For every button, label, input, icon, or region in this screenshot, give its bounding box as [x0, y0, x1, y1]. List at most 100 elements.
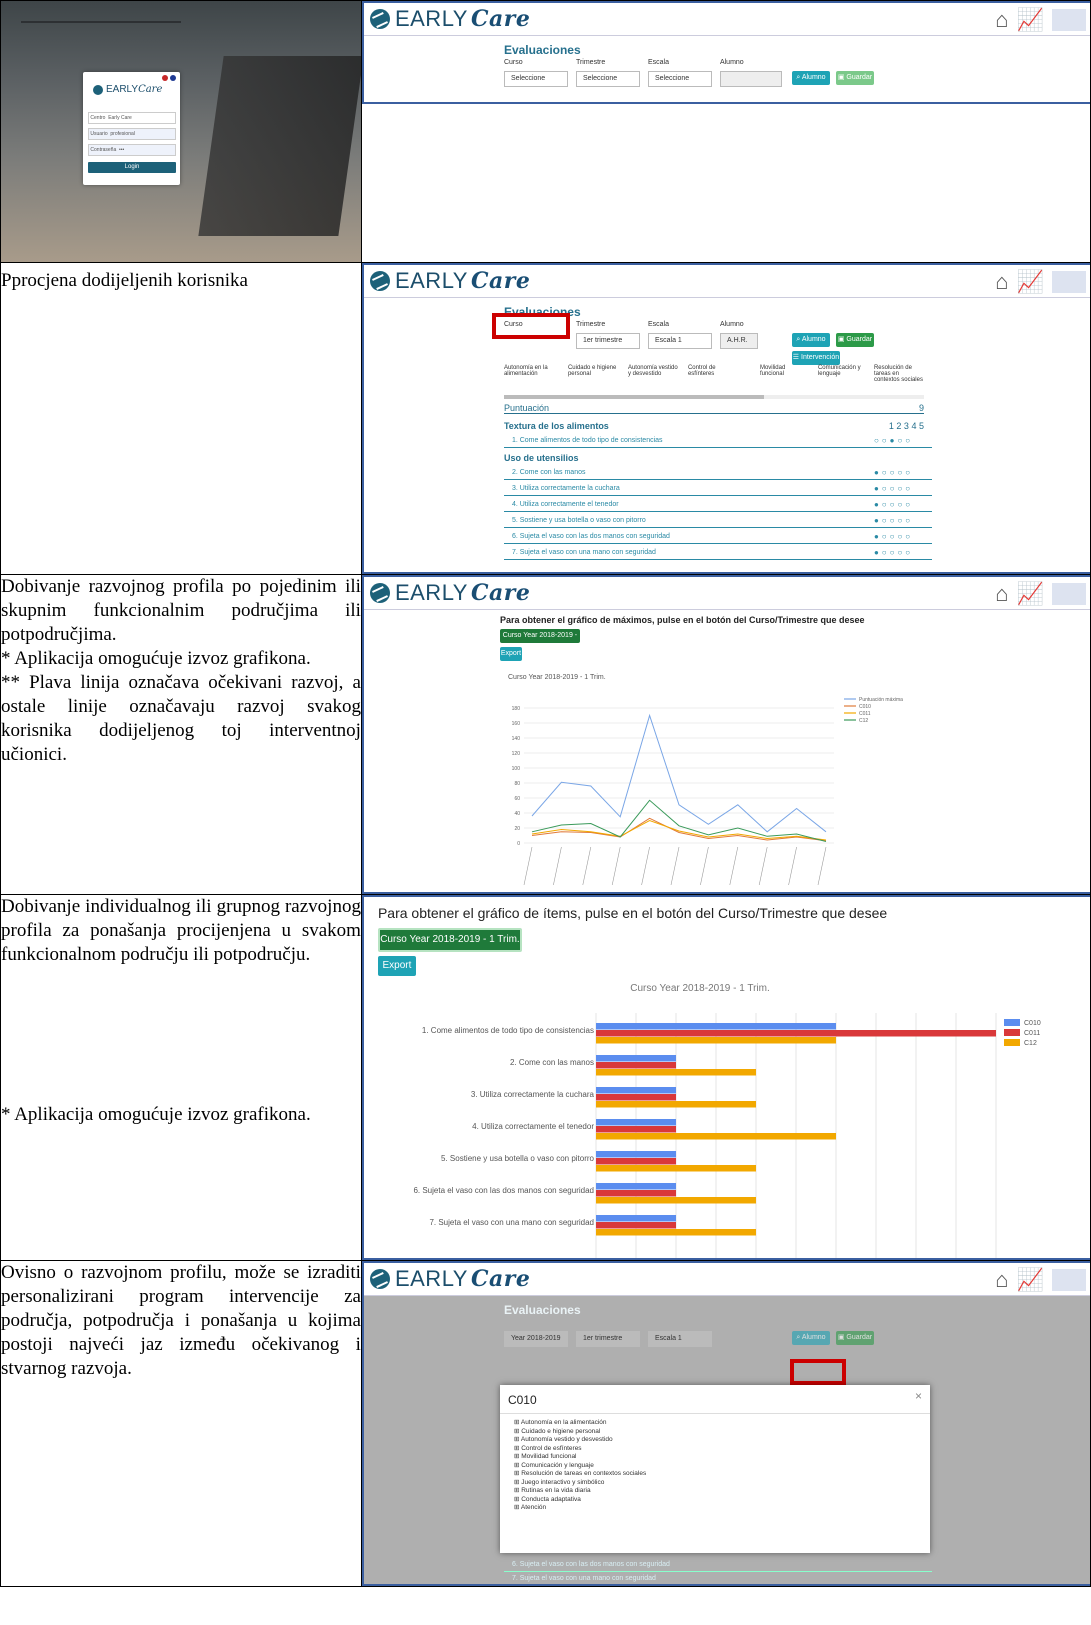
login-field-password[interactable]: Contraseña ••• [88, 144, 176, 156]
trimestre-label-2: Trimestre [575, 321, 606, 328]
item-row-6: 6. Sujeta el vaso con las dos manos con … [503, 531, 932, 544]
item-4-radios[interactable]: ●○○○○ [874, 500, 913, 509]
logo-mark-icon [369, 1269, 390, 1289]
tree-item[interactable]: ⊞ Conducta adaptativa [514, 1496, 646, 1505]
escala-select-5[interactable]: Escala 1 [647, 1331, 712, 1347]
y-tick-label: 120 [512, 751, 521, 757]
app-header-5: EARLY Care ⌂ 📈 [363, 1263, 1090, 1296]
escala-select[interactable]: Seleccione [647, 71, 712, 87]
home-icon[interactable]: ⌂ [995, 1267, 1008, 1293]
home-icon[interactable]: ⌂ [995, 269, 1008, 295]
trimestre-select-5[interactable]: 1er trimestre [575, 1331, 640, 1347]
curso-trim-button[interactable]: Curso Year 2018-2019 - 1 Trim. [499, 629, 580, 653]
alumno-input[interactable] [719, 71, 782, 87]
tree-item[interactable]: ⊞ Comunicación y lenguaje [514, 1462, 646, 1471]
item-row-7: 7. Sujeta el vaso con una mano con segur… [503, 547, 932, 560]
tree-item[interactable]: ⊞ Autonomía en la alimentación [514, 1419, 646, 1428]
legend-label: C011 [1024, 1030, 1040, 1037]
y-tick-label: 100 [512, 766, 521, 772]
tab-alimentacion[interactable]: Autonomía en la alimentación [504, 365, 554, 377]
tab-movilidad[interactable]: Movilidad funcional [760, 365, 810, 377]
curso-select-5[interactable]: Year 2018-2019 [503, 1331, 568, 1347]
guardar-button-2[interactable]: ▣ Guardar [835, 333, 874, 347]
item-1-radios[interactable]: ○○●○○ [874, 436, 913, 445]
line-panel-heading: Para obtener el gráfico de máximos, puls… [499, 615, 865, 625]
bar-C12 [595, 1101, 756, 1108]
intervencion-button[interactable]: ☰ Intervención [791, 351, 840, 365]
bar-chart-screenshot-cell: Para obtener el gráfico de ítems, pulse … [360, 894, 1091, 1261]
item-5-radios[interactable]: ●○○○○ [874, 516, 913, 525]
alumno-input-2[interactable]: A.H.R. [719, 333, 758, 349]
export-button[interactable]: Export [499, 647, 522, 661]
row4-text: Dobivanje individualnog ili grupnog razv… [1, 896, 361, 965]
tab-vestido[interactable]: Autonomía vestido y desvestido [628, 365, 678, 377]
trimestre-select[interactable]: Seleccione [575, 71, 640, 87]
tab-comunicacion[interactable]: Comunicación y lenguaje [818, 365, 868, 377]
item-3-radios[interactable]: ●○○○○ [874, 484, 913, 493]
category-label: 7. Sujeta el vaso con una mano con segur… [429, 1218, 594, 1227]
c010-modal: C010 × ⊞ Autonomía en la alimentación ⊞ … [499, 1385, 930, 1553]
tree-item[interactable]: ⊞ Autonomía vestido y desvestido [514, 1436, 646, 1445]
uk-flag-icon[interactable] [170, 75, 176, 81]
tab-esfinteres[interactable]: Control de esfínteres [688, 365, 728, 377]
tabs-scrollbar[interactable] [503, 395, 924, 399]
bar-chart: Curso Year 2018-2019 - 1 Trim. 1. Come al… [413, 983, 1041, 1258]
tab-higiene[interactable]: Cuidado e higiene personal [568, 365, 618, 377]
x-tick-label [788, 846, 797, 886]
alumno-search-button-2[interactable]: ⌕ Alumno [791, 333, 830, 347]
tree-item[interactable]: ⊞ Control de esfínteres [514, 1445, 646, 1454]
tab-resolucion[interactable]: Resolución de tareas en contextos social… [874, 365, 924, 383]
legend-label: C010 [1024, 1020, 1041, 1027]
bar-C010 [595, 1119, 676, 1126]
escala-select-2[interactable]: Escala 1 [647, 333, 712, 349]
tree-item[interactable]: ⊞ Rutinas en la vida diaria [514, 1487, 646, 1496]
home-icon[interactable]: ⌂ [995, 581, 1008, 607]
category-label: 1. Come alimentos de todo tipo de consis… [422, 1026, 594, 1035]
curso-select[interactable]: Seleccione [503, 71, 568, 87]
user-badge[interactable] [1052, 271, 1086, 293]
tree-item[interactable]: ⊞ Juego interactivo y simbólico [514, 1479, 646, 1488]
chart-icon[interactable]: 📈 [1017, 1267, 1044, 1293]
bar-C011 [595, 1126, 676, 1133]
trimestre-select-2[interactable]: 1er trimestre [575, 333, 640, 349]
user-badge[interactable] [1052, 9, 1086, 31]
y-tick-label: 140 [512, 736, 521, 742]
item-2-radios[interactable]: ●○○○○ [874, 468, 913, 477]
tree-item[interactable]: ⊞ Atención [514, 1504, 646, 1513]
item-7-radios[interactable]: ●○○○○ [874, 548, 913, 557]
alumno-search-button-5[interactable]: ⌕ Alumno [791, 1331, 830, 1345]
guardar-button-5[interactable]: ▣ Guardar [835, 1331, 874, 1345]
app-logo-5: EARLY Care [369, 1266, 530, 1292]
login-field-center[interactable]: Centro Early Care [88, 112, 176, 124]
chart-icon[interactable]: 📈 [1017, 269, 1044, 295]
tree-item[interactable]: ⊞ Cuidado e higiene personal [514, 1428, 646, 1437]
category-label: 4. Utiliza correctamente el tenedor [472, 1122, 594, 1131]
user-badge[interactable] [1052, 583, 1086, 605]
x-tick-label [700, 846, 709, 886]
chart-icon[interactable]: 📈 [1017, 7, 1044, 33]
chart-icon[interactable]: 📈 [1017, 581, 1044, 607]
modal-area-tree: ⊞ Autonomía en la alimentación ⊞ Cuidado… [514, 1419, 646, 1513]
login-field-user[interactable]: Usuario profesional [88, 128, 176, 140]
login-button[interactable]: Login [88, 162, 176, 173]
tree-item[interactable]: ⊞ Resolución de tareas en contextos soci… [514, 1470, 646, 1479]
bar-curso-trim-button[interactable]: Curso Year 2018-2019 - 1 Trim. [377, 928, 522, 952]
app-header-2: EARLY Care ⌂ 📈 [363, 265, 1090, 298]
x-tick-label [758, 846, 768, 886]
user-badge[interactable] [1052, 1269, 1086, 1291]
series-line-Puntuación máxima [531, 713, 827, 833]
alumno-search-button[interactable]: ⌕ Alumno [791, 71, 830, 85]
spain-flag-icon[interactable] [162, 75, 168, 81]
guardar-button[interactable]: ▣ Guardar [835, 71, 874, 85]
app-logo-2: EARLY Care [369, 268, 530, 294]
login-brand-care: Care [138, 84, 163, 95]
item-6-radios[interactable]: ●○○○○ [874, 532, 913, 541]
close-icon[interactable]: × [915, 1389, 922, 1403]
tree-item[interactable]: ⊞ Movilidad funcional [514, 1453, 646, 1462]
x-tick-label [729, 846, 739, 886]
home-icon[interactable]: ⌂ [995, 7, 1008, 33]
uso-heading: Uso de utensilios [503, 453, 579, 463]
y-tick-label: 60 [514, 796, 520, 802]
legend-label: Puntuación máxima [859, 697, 903, 703]
legend-swatch [1003, 1019, 1020, 1026]
